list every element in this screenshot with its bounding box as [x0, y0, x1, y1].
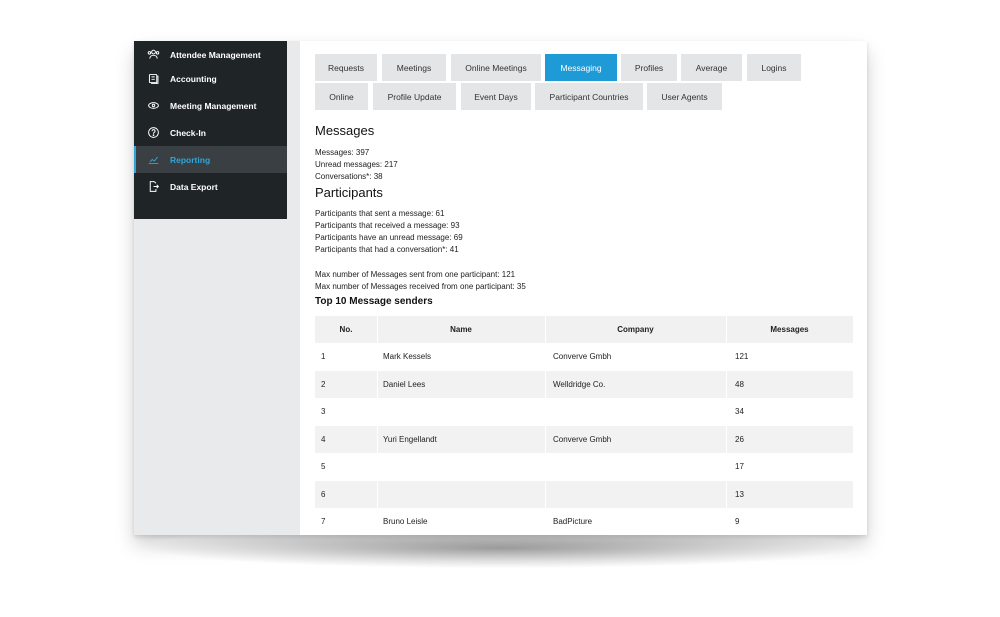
sidebar-item-meeting-management[interactable]: Meeting Management: [134, 92, 287, 119]
sidebar-item-label: Attendee Management: [170, 49, 261, 60]
table-row: 5 17: [315, 453, 853, 481]
sidebar-item-label: Reporting: [170, 154, 211, 165]
table-cell-company: [553, 453, 726, 481]
table-cell-no: 1: [321, 352, 326, 362]
tab-profile-update[interactable]: Profile Update: [373, 83, 456, 110]
sidebar-item-label: Accounting: [170, 73, 217, 84]
table-cell-name: Daniel Lees: [383, 379, 426, 389]
table-cell-name: [383, 453, 545, 481]
table-cell-name: [383, 481, 545, 509]
table-row: 1 Mark Kessels Converve Gmbh 121: [315, 343, 853, 371]
table-cell-messages: 13: [735, 489, 744, 499]
top-senders-heading: Top 10 Message senders: [315, 296, 433, 307]
left-column: Attendee Management Accounting Meeting M…: [134, 41, 300, 535]
table-cell-messages: 121: [735, 352, 749, 362]
stat-participants-conversation: Participants that had a conversation*: 4…: [315, 245, 459, 254]
tab-online-meetings[interactable]: Online Meetings: [451, 54, 541, 81]
table-row: 3 34: [315, 398, 853, 426]
table-cell-messages: 48: [735, 379, 744, 389]
sidebar-item-reporting[interactable]: Reporting: [134, 146, 287, 173]
stat-participants-unread: Participants have an unread message: 69: [315, 233, 463, 242]
table-row: 4 Yuri Engellandt Converve Gmbh 26: [315, 425, 853, 453]
table-row: 2 Daniel Lees Welldridge Co. 48: [315, 370, 853, 398]
main-content: Requests Meetings Online Meetings Messag…: [300, 41, 867, 535]
stat-participants-received: Participants that received a message: 93: [315, 221, 460, 230]
sidebar-item-attendee-management[interactable]: Attendee Management: [134, 41, 287, 68]
users-icon: [146, 48, 160, 62]
column-header-name[interactable]: Name: [377, 316, 545, 343]
column-header-messages[interactable]: Messages: [726, 316, 853, 343]
sidebar-item-label: Meeting Management: [170, 100, 257, 111]
table-cell-messages: 34: [735, 407, 744, 417]
table-cell-no: 2: [321, 379, 326, 389]
column-separator: [377, 316, 378, 535]
table-row: 6 13: [315, 480, 853, 509]
table-row: 7 Bruno Leisle BadPicture 9: [315, 508, 853, 535]
export-icon: [146, 180, 160, 194]
sidebar: Attendee Management Accounting Meeting M…: [134, 41, 287, 219]
stat-max-received: Max number of Messages received from one…: [315, 282, 526, 291]
column-header-no[interactable]: No.: [315, 316, 377, 343]
table-cell-company: Welldridge Co.: [553, 379, 606, 389]
tab-messaging[interactable]: Messaging: [545, 54, 617, 81]
messages-heading: Messages: [315, 123, 375, 138]
column-separator: [545, 316, 546, 535]
sidebar-item-label: Data Export: [170, 181, 218, 192]
table-header: No. Name Company Messages: [315, 316, 853, 343]
table-cell-no: 3: [321, 407, 326, 417]
table-cell-no: 5: [321, 462, 326, 472]
column-header-company[interactable]: Company: [545, 316, 726, 343]
tab-average[interactable]: Average: [681, 54, 742, 81]
tab-requests[interactable]: Requests: [315, 54, 377, 81]
chart-icon: [146, 153, 160, 167]
table-cell-no: 4: [321, 434, 326, 444]
table-cell-company: BadPicture: [553, 517, 593, 527]
coins-icon: [146, 72, 160, 86]
app-window: Attendee Management Accounting Meeting M…: [134, 41, 867, 535]
participants-heading: Participants: [315, 185, 383, 200]
help-circle-icon: [146, 126, 160, 140]
table-cell-messages: 17: [735, 462, 744, 472]
sidebar-item-accounting[interactable]: Accounting: [134, 65, 287, 92]
sidebar-item-label: Check-In: [170, 127, 206, 138]
table-cell-company: Converve Gmbh: [553, 434, 612, 444]
meeting-icon: [146, 99, 160, 113]
stat-participants-sent: Participants that sent a message: 61: [315, 209, 445, 218]
tab-profiles[interactable]: Profiles: [621, 54, 677, 81]
tab-online[interactable]: Online: [315, 83, 368, 110]
table-cell-company: [553, 398, 726, 426]
tab-user-agents[interactable]: User Agents: [647, 83, 722, 110]
tab-event-days[interactable]: Event Days: [461, 83, 531, 110]
tab-logins[interactable]: Logins: [747, 54, 801, 81]
table-cell-name: Bruno Leisle: [383, 517, 428, 527]
tab-meetings[interactable]: Meetings: [382, 54, 446, 81]
table-cell-company: [553, 481, 726, 509]
column-separator: [726, 316, 727, 535]
tab-participant-countries[interactable]: Participant Countries: [535, 83, 643, 110]
table-cell-name: [383, 398, 545, 426]
table-cell-company: Converve Gmbh: [553, 352, 612, 362]
table-cell-messages: 26: [735, 434, 744, 444]
stat-messages: Messages: 397: [315, 148, 370, 157]
sidebar-item-check-in[interactable]: Check-In: [134, 119, 287, 146]
stat-unread-messages: Unread messages: 217: [315, 160, 398, 169]
sidebar-item-data-export[interactable]: Data Export: [134, 173, 287, 200]
stat-conversations: Conversations*: 38: [315, 172, 383, 181]
table-cell-no: 7: [321, 517, 326, 527]
table-cell-no: 6: [321, 489, 326, 499]
table-cell-messages: 9: [735, 517, 740, 527]
stat-max-sent: Max number of Messages sent from one par…: [315, 270, 516, 279]
table-cell-name: Mark Kessels: [383, 352, 432, 362]
table-cell-name: Yuri Engellandt: [383, 434, 437, 444]
